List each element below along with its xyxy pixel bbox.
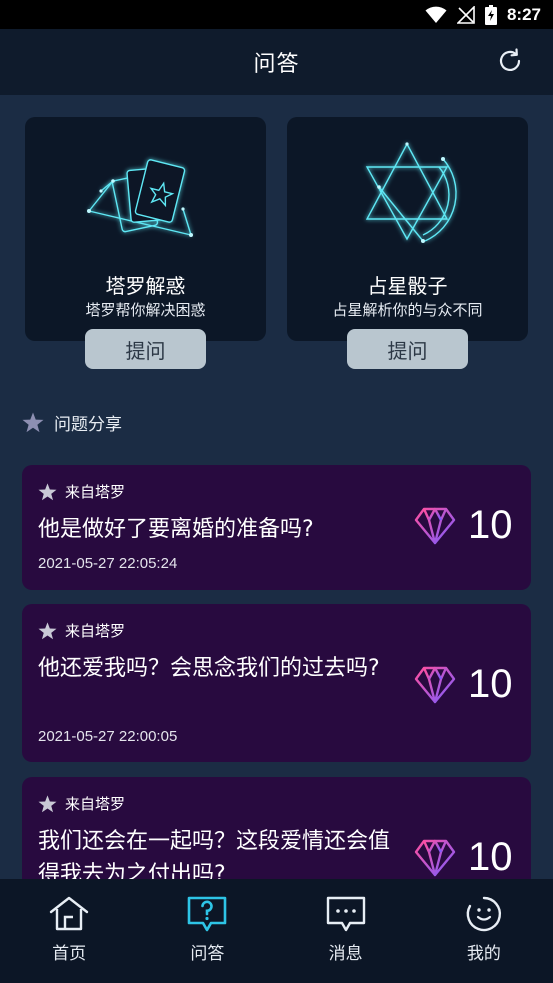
question-source-label: 来自塔罗 [65, 483, 126, 501]
nav-item-messages[interactable]: 消息 [277, 879, 415, 983]
status-time: 8:27 [506, 4, 541, 24]
question-time: 2021-05-27 22:05:24 [38, 555, 178, 572]
question-time: 2021-05-27 22:00:05 [38, 728, 178, 745]
nav-label: 问答 [190, 944, 225, 964]
page-title: 问答 [253, 52, 300, 77]
reward: 10 [414, 662, 513, 707]
feature-subtitle: 占星解析你的与众不同 [332, 301, 483, 319]
battery-charging-icon [484, 4, 497, 25]
astro-star-icon [365, 142, 457, 243]
signal-icon [456, 5, 475, 24]
question-card[interactable]: 来自塔罗 他是做好了要离婚的准备吗? 2021-05-27 22:05:24 1… [22, 465, 531, 590]
question-source: 来自塔罗 [38, 620, 125, 641]
wifi-icon [425, 6, 447, 23]
nav-label: 消息 [328, 944, 363, 964]
message-icon [326, 896, 365, 932]
status-bar: 8:27 [0, 0, 553, 29]
app-header: 问答 [0, 29, 553, 95]
star-icon [38, 621, 57, 639]
reward: 10 [414, 835, 513, 880]
section-title: 问题分享 [54, 415, 122, 435]
profile-face-icon [466, 896, 501, 932]
star-icon [22, 412, 44, 433]
feature-title: 占星骰子 [367, 274, 448, 298]
nav-item-home[interactable]: 首页 [0, 879, 138, 983]
feature-card-tarot[interactable]: 塔罗解惑 塔罗帮你解决困惑 [25, 117, 266, 341]
feature-title: 塔罗解惑 [105, 274, 186, 298]
diamond-icon [414, 507, 456, 544]
nav-item-profile[interactable]: 我的 [415, 879, 553, 983]
question-source: 来自塔罗 [38, 793, 125, 814]
question-source: 来自塔罗 [38, 481, 125, 502]
diamond-icon [414, 666, 456, 703]
refresh-icon[interactable] [497, 48, 523, 74]
section-header: 问题分享 [22, 410, 122, 435]
star-icon [38, 482, 57, 500]
question-text: 他是做好了要离婚的准备吗? [38, 517, 314, 542]
reward: 10 [414, 503, 513, 548]
question-source-label: 来自塔罗 [65, 622, 126, 640]
nav-item-qa[interactable]: 问答 [138, 879, 276, 983]
feature-subtitle: 塔罗帮你解决困惑 [85, 301, 206, 319]
question-source-label: 来自塔罗 [65, 795, 126, 813]
reward-value: 10 [468, 662, 513, 706]
star-icon [38, 794, 57, 812]
reward-value: 10 [468, 835, 513, 879]
question-card[interactable]: 来自塔罗 他还爱我吗？会思念我们的过去吗? 2021-05-27 22:00:0… [22, 604, 531, 762]
home-icon [49, 896, 89, 931]
nav-label: 我的 [466, 944, 501, 964]
diamond-icon [414, 839, 456, 876]
ask-astro-button[interactable]: 提问 [347, 329, 468, 369]
bottom-nav: 首页 问答 消息 我的 [0, 879, 553, 983]
nav-label: 首页 [52, 944, 87, 964]
question-bubble-icon [188, 896, 227, 932]
feature-card-astro[interactable]: 占星骰子 占星解析你的与众不同 [287, 117, 528, 341]
ask-tarot-button[interactable]: 提问 [85, 329, 206, 369]
reward-value: 10 [468, 503, 513, 547]
tarot-cards-icon [86, 159, 193, 237]
question-text: 他还爱我吗？会思念我们的过去吗? [38, 656, 380, 681]
